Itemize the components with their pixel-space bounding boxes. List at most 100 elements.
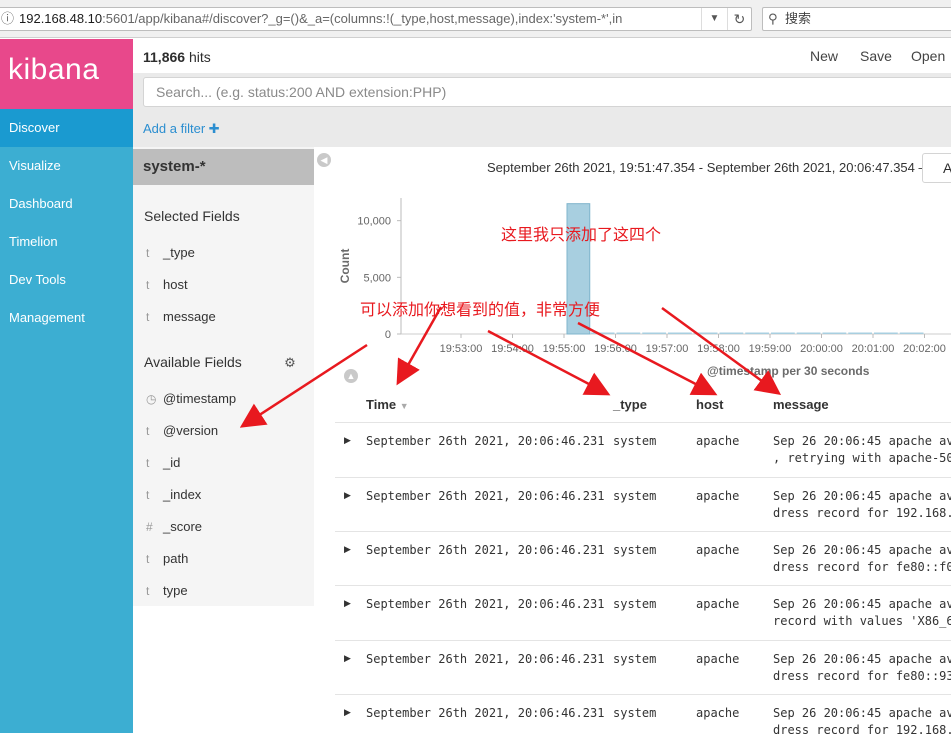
histogram-bar: [642, 332, 666, 334]
field-item[interactable]: t message: [146, 307, 216, 327]
table-row[interactable]: ▶ September 26th 2021, 20:06:46.231 system…: [335, 422, 951, 476]
address-bar[interactable]: ⓘ 192.168.48.10:5601/app/kibana#/discove…: [0, 7, 752, 31]
url-dropdown-icon[interactable]: ▼: [701, 8, 727, 30]
add-filter-label: Add a filter: [143, 121, 206, 136]
x-tick-label: 19:56:00: [594, 343, 637, 355]
hits-count: 11,866 hits: [143, 49, 211, 65]
field-item[interactable]: t _id: [146, 453, 180, 473]
nav-item-discover[interactable]: Discover: [0, 109, 133, 147]
brand-text: kibana: [8, 53, 100, 86]
x-tick-label: 20:01:00: [852, 343, 895, 355]
nav-item-management[interactable]: Management: [0, 299, 133, 337]
nav-item-timelion[interactable]: Timelion: [0, 223, 133, 261]
cell-message-line1: Sep 26 20:06:45 apache ava: [773, 706, 951, 720]
column-header-message[interactable]: message: [773, 397, 829, 412]
histogram-bar: [848, 332, 872, 334]
side-nav: kibana Discover Visualize Dashboard Time…: [0, 39, 133, 733]
x-tick-label: 19:54:00: [491, 343, 534, 355]
field-item[interactable]: t path: [146, 549, 188, 569]
save-button[interactable]: Save: [860, 48, 892, 64]
nav-item-dev-tools[interactable]: Dev Tools: [0, 261, 133, 299]
cell-type: system: [613, 597, 657, 611]
field-name: message: [163, 309, 216, 324]
clock-type-icon: ◷: [146, 392, 157, 406]
column-header-time[interactable]: Time ▼: [366, 397, 409, 412]
string-type-icon: t: [146, 424, 150, 438]
hits-number: 11,866: [143, 49, 186, 65]
histogram-bar: [616, 332, 641, 334]
collapse-sidebar-icon[interactable]: ◀: [317, 153, 331, 167]
cell-time: September 26th 2021, 20:06:46.231: [366, 489, 605, 503]
field-item[interactable]: ◷ @timestamp: [146, 389, 236, 409]
cell-message-line1: Sep 26 20:06:45 apache ava: [773, 543, 951, 557]
table-row[interactable]: ▶ September 26th 2021, 20:06:46.231 system…: [335, 694, 951, 748]
nav-item-visualize[interactable]: Visualize: [0, 147, 133, 185]
table-row[interactable]: ▶ September 26th 2021, 20:06:46.231 system…: [335, 640, 951, 694]
string-type-icon: t: [146, 310, 150, 324]
cell-type: system: [613, 652, 657, 666]
expand-row-icon[interactable]: ▶: [344, 598, 351, 609]
nav-item-dashboard[interactable]: Dashboard: [0, 185, 133, 223]
cell-time: September 26th 2021, 20:06:46.231: [366, 543, 605, 557]
x-tick-label: 19:53:00: [440, 343, 483, 355]
cell-message-line1: Sep 26 20:06:45 apache ava: [773, 652, 951, 666]
field-name: host: [163, 277, 188, 292]
url-text[interactable]: 192.168.48.10:5601/app/kibana#/discover?…: [19, 8, 622, 30]
field-item[interactable]: t host: [146, 275, 188, 295]
url-path: :5601/app/kibana#/discover?_g=()&_a=(col…: [102, 11, 623, 26]
field-sidebar: system-* Selected Fields t _type t host tm…: [133, 147, 314, 606]
browser-search-field[interactable]: ⚲ 搜索: [762, 7, 951, 31]
new-button[interactable]: New: [810, 48, 838, 64]
cell-message-line2: dress record for 192.168.4: [773, 723, 951, 737]
string-type-icon: t: [146, 552, 150, 566]
table-row[interactable]: ▶ September 26th 2021, 20:06:46.231 system…: [335, 585, 951, 639]
field-item[interactable]: t @version: [146, 421, 218, 441]
histogram-bar: [771, 332, 795, 334]
field-item[interactable]: t _index: [146, 485, 201, 505]
cell-host: apache: [696, 489, 740, 503]
cell-time: September 26th 2021, 20:06:46.231: [366, 652, 605, 666]
add-filter-button[interactable]: Add a filter ✚: [143, 121, 220, 137]
cell-host: apache: [696, 543, 740, 557]
table-row[interactable]: ▶ September 26th 2021, 20:06:46.231 system…: [335, 531, 951, 585]
field-item[interactable]: # _score: [146, 517, 202, 537]
expand-row-icon[interactable]: ▶: [344, 653, 351, 664]
string-type-icon: t: [146, 278, 150, 292]
x-tick-label: 19:59:00: [749, 343, 792, 355]
histogram-bar: [668, 332, 692, 334]
search-input[interactable]: Search... (e.g. status:200 AND extension…: [143, 77, 951, 107]
expand-row-icon[interactable]: ▶: [344, 490, 351, 501]
kibana-logo[interactable]: kibana: [0, 39, 133, 109]
string-type-icon: t: [146, 246, 150, 260]
reload-icon[interactable]: ↻: [727, 8, 751, 30]
field-name: _id: [163, 455, 181, 470]
column-header-type[interactable]: _type: [613, 397, 647, 412]
cell-host: apache: [696, 652, 740, 666]
column-header-host[interactable]: host: [696, 397, 723, 412]
expand-row-icon[interactable]: ▶: [344, 435, 351, 446]
sort-icon[interactable]: ▼: [400, 401, 409, 411]
histogram-bar: [693, 332, 718, 334]
field-item[interactable]: t _type: [146, 243, 195, 263]
string-type-icon: t: [146, 488, 150, 502]
field-item[interactable]: t type: [146, 581, 188, 601]
index-pattern-title[interactable]: system-*: [133, 149, 314, 185]
selected-fields-title: Selected Fields: [144, 208, 240, 224]
info-icon[interactable]: ⓘ: [1, 8, 14, 30]
collapse-chart-icon[interactable]: ▲: [344, 369, 358, 383]
expand-row-icon[interactable]: ▶: [344, 544, 351, 555]
cell-message-line1: Sep 26 20:06:45 apache ava: [773, 597, 951, 611]
x-tick-label: 20:00:00: [800, 343, 843, 355]
string-type-icon: t: [146, 584, 150, 598]
cell-message-line1: Sep 26 20:06:45 apache ava: [773, 434, 951, 448]
open-button[interactable]: Open: [911, 48, 945, 64]
expand-row-icon[interactable]: ▶: [344, 707, 351, 718]
table-row[interactable]: ▶ September 26th 2021, 20:06:46.231 system…: [335, 477, 951, 531]
cell-host: apache: [696, 706, 740, 720]
cell-time: September 26th 2021, 20:06:46.231: [366, 597, 605, 611]
gear-icon[interactable]: ⚙: [283, 356, 297, 370]
cell-message-line2: dress record for fe80::93c: [773, 669, 951, 683]
column-header-time-label: Time: [366, 397, 397, 412]
interval-button[interactable]: A: [922, 153, 951, 183]
cell-message-line2: dress record for fe80::f09: [773, 560, 951, 574]
